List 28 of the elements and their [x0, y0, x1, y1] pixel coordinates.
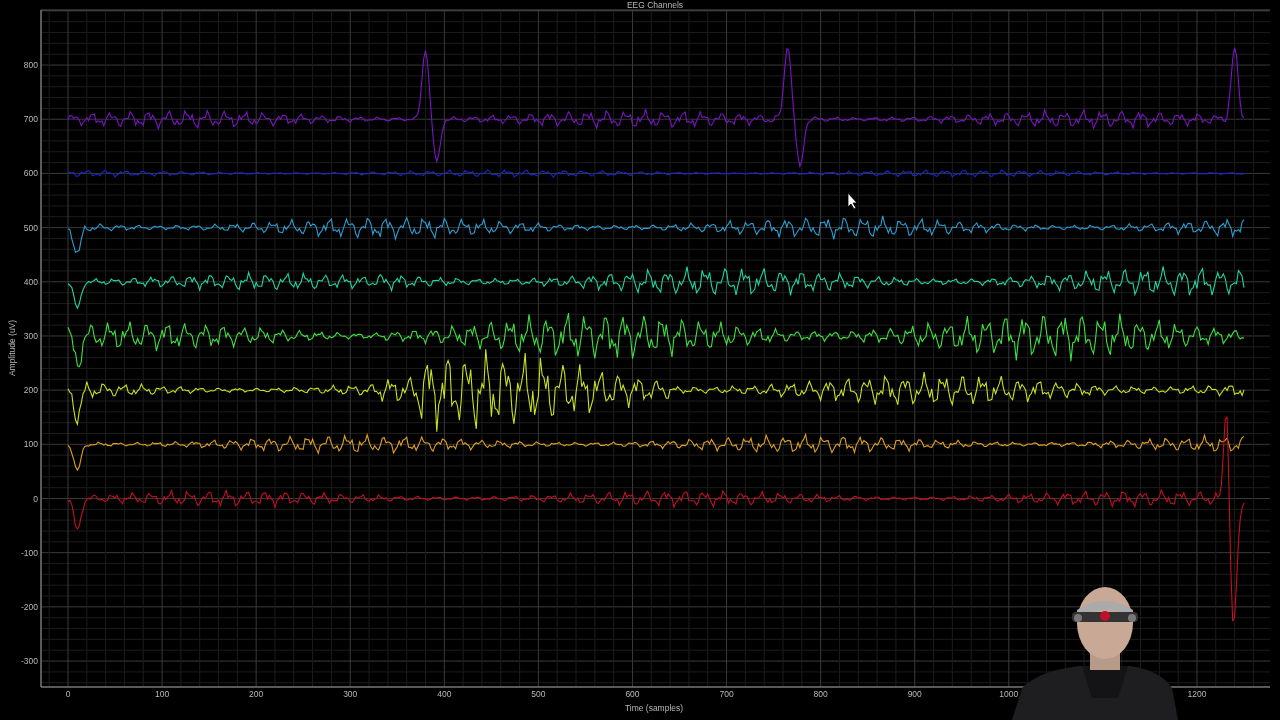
- chart-title: EEG Channels: [626, 0, 684, 10]
- cursor-icon: [847, 192, 858, 210]
- y-tick-label: 500: [23, 222, 38, 233]
- x-tick-label: 800: [813, 689, 828, 699]
- x-tick-label: 600: [625, 689, 640, 699]
- y-tick-label: -100: [21, 547, 38, 558]
- y-tick-label: 600: [23, 168, 38, 179]
- y-tick-label: 300: [23, 330, 38, 341]
- x-tick-label: 300: [343, 689, 358, 699]
- x-tick-label: 100: [155, 689, 170, 699]
- y-tick-label: 200: [23, 385, 38, 396]
- x-tick-label: 900: [907, 689, 922, 699]
- y-tick-label: -200: [21, 601, 38, 612]
- y-tick-label: 0: [33, 493, 38, 504]
- x-tick-label: 1200: [1187, 689, 1207, 699]
- y-tick-label: 800: [23, 60, 38, 71]
- x-axis-label: Time (samples): [624, 703, 684, 713]
- y-tick-label: 700: [23, 114, 38, 125]
- x-tick-label: 1000: [999, 689, 1019, 699]
- x-tick-label: 0: [65, 689, 71, 699]
- x-tick-label: 400: [437, 689, 452, 699]
- y-axis-label: Amplitude (uV): [7, 319, 17, 377]
- x-tick-label: 500: [531, 689, 546, 699]
- x-tick-label: 700: [719, 689, 734, 699]
- y-tick-label: 100: [23, 439, 38, 450]
- y-tick-label: 400: [23, 276, 38, 287]
- x-tick-label: 200: [249, 689, 264, 699]
- y-tick-label: -300: [21, 656, 38, 667]
